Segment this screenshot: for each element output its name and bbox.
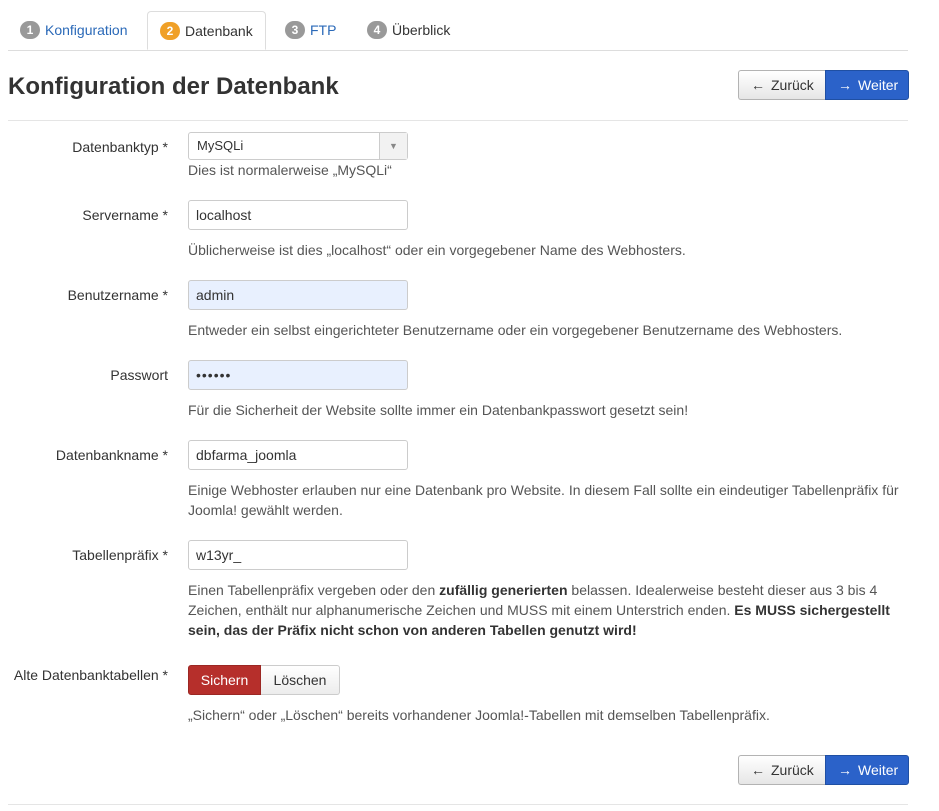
password-label: Passwort xyxy=(110,367,168,383)
bottom-nav-buttons: ← Zurück → Weiter xyxy=(738,755,909,785)
back-button[interactable]: ← Zurück xyxy=(738,755,825,785)
back-button-label: Zurück xyxy=(771,762,814,778)
username-input[interactable] xyxy=(188,280,408,310)
next-button[interactable]: → Weiter xyxy=(825,755,909,785)
arrow-left-icon: ← xyxy=(751,77,765,93)
dbtype-value: MySQLi xyxy=(197,138,244,153)
tab-ueberblick[interactable]: 4 Überblick xyxy=(367,11,450,49)
caret-down-icon: ▼ xyxy=(379,133,407,159)
step-number-badge: 2 xyxy=(160,21,180,40)
server-label: Servername * xyxy=(82,207,168,223)
next-button-label: Weiter xyxy=(858,762,899,778)
user-help: Entweder ein selbst eingerichteter Benut… xyxy=(188,322,843,338)
next-button-label: Weiter xyxy=(858,77,899,93)
dbtype-label: Datenbanktyp * xyxy=(72,139,168,155)
tab-label: Überblick xyxy=(392,22,451,38)
server-input[interactable] xyxy=(188,200,408,230)
step-number-badge: 4 xyxy=(367,21,387,39)
dbtype-help: Dies ist normalerweise „MySQLi“ xyxy=(188,162,392,178)
step-tabs: 1 Konfiguration 2 Datenbank 3 FTP 4 Über… xyxy=(8,11,908,51)
arrow-right-icon: → xyxy=(838,762,852,778)
next-button[interactable]: → Weiter xyxy=(825,70,909,100)
old-tables-help: „Sichern“ oder „Löschen“ bereits vorhand… xyxy=(188,707,770,723)
tab-ftp[interactable]: 3 FTP xyxy=(285,11,336,49)
top-nav-buttons: ← Zurück → Weiter xyxy=(738,70,909,100)
dbname-input[interactable] xyxy=(188,440,408,470)
dbname-help: Einige Webhoster erlauben nur eine Daten… xyxy=(188,482,899,518)
prefix-help-text: Einen Tabellenpräfix vergeben oder den xyxy=(188,582,440,598)
tab-label: FTP xyxy=(310,22,337,38)
step-number-badge: 1 xyxy=(20,21,40,39)
divider xyxy=(8,804,908,805)
tab-datenbank[interactable]: 2 Datenbank xyxy=(147,11,266,50)
password-input[interactable] xyxy=(188,360,408,390)
back-button[interactable]: ← Zurück xyxy=(738,70,825,100)
back-button-label: Zurück xyxy=(771,77,814,93)
delete-tables-button[interactable]: Löschen xyxy=(261,665,340,695)
prefix-help: Einen Tabellenpräfix vergeben oder den z… xyxy=(188,580,903,640)
prefix-input[interactable] xyxy=(188,540,408,570)
user-label: Benutzername * xyxy=(67,287,168,303)
dbname-label: Datenbankname * xyxy=(55,447,168,463)
old-tables-label: Alte Datenbanktabellen * xyxy=(13,667,168,683)
tab-label: Datenbank xyxy=(185,22,253,39)
tab-konfiguration[interactable]: 1 Konfiguration xyxy=(20,11,128,49)
old-tables-toggle: Sichern Löschen xyxy=(188,665,340,695)
keep-tables-button[interactable]: Sichern xyxy=(188,665,261,695)
password-help: Für die Sicherheit der Website sollte im… xyxy=(188,402,689,418)
arrow-left-icon: ← xyxy=(751,762,765,778)
divider xyxy=(8,120,908,121)
prefix-help-bold: zufällig generierten xyxy=(439,582,568,598)
arrow-right-icon: → xyxy=(838,77,852,93)
dbtype-select[interactable]: MySQLi ▼ xyxy=(188,132,408,160)
server-help: Üblicherweise ist dies „localhost“ oder … xyxy=(188,242,686,258)
step-number-badge: 3 xyxy=(285,21,305,39)
page-title: Konfiguration der Datenbank xyxy=(8,73,339,100)
prefix-label: Tabellenpräfix * xyxy=(72,547,168,563)
tab-label: Konfiguration xyxy=(45,22,128,38)
